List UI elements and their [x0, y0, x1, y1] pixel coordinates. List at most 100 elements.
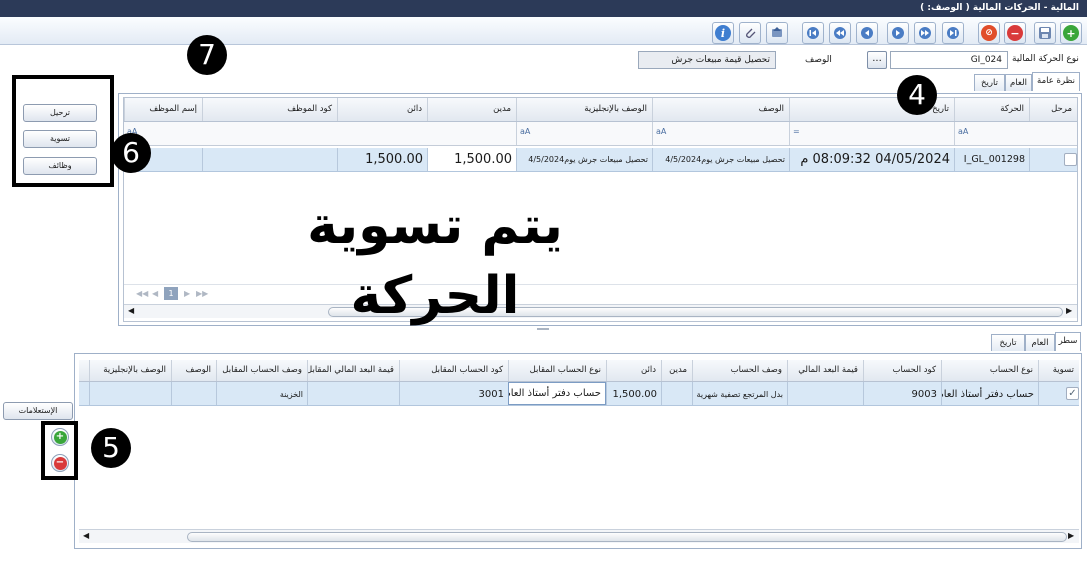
- row-description: تحصيل مبيعات جرش يوم4/5/2024: [652, 148, 789, 171]
- tab-bottom-general[interactable]: العام: [1025, 334, 1055, 351]
- col-description[interactable]: الوصف: [652, 98, 789, 121]
- col-settled[interactable]: تسوية: [1038, 360, 1079, 381]
- badge-6: 6: [111, 133, 151, 173]
- badge-4: 4: [897, 75, 937, 115]
- next-button[interactable]: [887, 22, 909, 44]
- row-date: 04/05/2024 08:09:32 م: [789, 148, 954, 171]
- splitter-handle[interactable]: [537, 328, 549, 330]
- filter-date[interactable]: =: [789, 122, 954, 145]
- top-horizontal-scrollbar[interactable]: ◀ ▶: [124, 304, 1077, 318]
- col-dimension[interactable]: قيمة البعد المالي: [787, 360, 863, 381]
- col-account-desc[interactable]: وصف الحساب: [692, 360, 787, 381]
- col-employee-name[interactable]: إسم الموظف: [124, 98, 202, 121]
- scroll-left-icon[interactable]: ◀: [128, 306, 134, 315]
- col-posted[interactable]: مرحل: [1029, 98, 1077, 121]
- remove-icon: −: [1007, 25, 1023, 41]
- row-posted[interactable]: [1029, 148, 1077, 171]
- add-remove-highlight: [41, 421, 78, 480]
- lines-scroll-thumb[interactable]: [187, 532, 1067, 542]
- col-employee-code[interactable]: كود الموظف: [202, 98, 337, 121]
- fast-next-button[interactable]: [914, 22, 936, 44]
- scroll-right-icon[interactable]: ▶: [1066, 306, 1072, 315]
- fast-next-icon: [919, 27, 931, 39]
- cancel-icon: ⊘: [981, 25, 997, 41]
- col-offset-code[interactable]: كود الحساب المقابل: [399, 360, 508, 381]
- window-title: المالية - الحركات المالية ( الوصف: ): [0, 0, 1087, 17]
- queries-button[interactable]: الإستعلامات: [3, 402, 73, 420]
- lookup-button[interactable]: ...: [867, 51, 887, 69]
- tab-line[interactable]: سطر: [1055, 332, 1081, 351]
- row-lines-desc-en: [89, 382, 171, 405]
- cancel-button[interactable]: ⊘: [978, 22, 1000, 44]
- badge-5: 5: [91, 428, 131, 468]
- info-icon: i: [715, 25, 731, 41]
- col-offset-desc[interactable]: وصف الحساب المقابل: [216, 360, 307, 381]
- pager-first-icon[interactable]: ◀◀: [136, 289, 148, 298]
- col-account-code[interactable]: كود الحساب: [863, 360, 941, 381]
- tab-general[interactable]: العام: [1005, 74, 1032, 91]
- last-record-button[interactable]: [942, 22, 964, 44]
- col-lines-desc[interactable]: الوصف: [171, 360, 216, 381]
- col-debit[interactable]: مدين: [427, 98, 516, 121]
- first-record-button[interactable]: [802, 22, 824, 44]
- col-movement[interactable]: الحركة: [954, 98, 1029, 121]
- row-dimension: [787, 382, 863, 405]
- filter-description[interactable]: aA: [652, 122, 789, 145]
- tab-bottom-date[interactable]: تاريخ: [991, 334, 1025, 351]
- fast-prev-icon: [834, 27, 846, 39]
- movement-type-field[interactable]: GI_024: [890, 51, 1008, 69]
- tab-date[interactable]: تاريخ: [974, 74, 1005, 91]
- lines-grid-header: تسوية نوع الحساب كود الحساب قيمة البعد ا…: [79, 360, 1079, 382]
- row-offset-type[interactable]: حساب دفتر أستاذ العام: [508, 382, 606, 405]
- last-icon: [947, 27, 959, 39]
- pager-next-icon[interactable]: ▶: [184, 289, 190, 298]
- tab-overview[interactable]: نظرة عامة: [1032, 72, 1080, 91]
- top-tabs: نظرة عامة العام تاريخ: [970, 72, 1080, 94]
- add-button[interactable]: +: [1060, 22, 1082, 44]
- attach-button[interactable]: [739, 22, 761, 44]
- row-lines-desc: [171, 382, 216, 405]
- col-lines-debit[interactable]: مدين: [661, 360, 692, 381]
- add-icon: +: [1063, 25, 1079, 41]
- export-button[interactable]: [766, 22, 788, 44]
- pager-current-page[interactable]: 1: [164, 287, 178, 300]
- save-button[interactable]: [1034, 22, 1056, 44]
- filter-description-en[interactable]: aA: [516, 122, 652, 145]
- remove-button[interactable]: −: [1004, 22, 1026, 44]
- save-icon: [1039, 27, 1051, 39]
- pager-prev-icon[interactable]: ◀: [152, 289, 158, 298]
- badge-7: 7: [187, 35, 227, 75]
- lines-scroll-left-icon[interactable]: ◀: [83, 531, 89, 540]
- prev-icon: [861, 27, 873, 39]
- info-button[interactable]: i: [712, 22, 734, 44]
- table-row[interactable]: ‎I_GL_001298 04/05/2024 08:09:32 م تحصيل…: [124, 148, 1077, 172]
- posted-checkbox[interactable]: [1064, 153, 1077, 166]
- lines-horizontal-scrollbar[interactable]: ◀ ▶: [79, 529, 1079, 543]
- filter-movement[interactable]: aA: [954, 122, 1029, 145]
- col-offset-type[interactable]: نوع الحساب المقابل: [508, 360, 606, 381]
- col-credit[interactable]: دائن: [337, 98, 427, 121]
- row-settled[interactable]: ✓: [1038, 382, 1079, 405]
- row-account-desc: بدل المرتجع تصفية شهرية: [692, 382, 787, 405]
- row-lines-credit: 1,500.00: [606, 382, 661, 405]
- col-lines-credit[interactable]: دائن: [606, 360, 661, 381]
- row-account-type: حساب دفتر أستاذ العام: [941, 382, 1038, 405]
- row-offset-dimension: [307, 382, 399, 405]
- description-field[interactable]: تحصيل قيمة مبيعات جرش: [638, 51, 776, 69]
- export-icon: [772, 27, 782, 37]
- pager-last-icon[interactable]: ▶▶: [196, 289, 208, 298]
- prev-button[interactable]: [856, 22, 878, 44]
- bottom-tabs: سطر العام تاريخ: [985, 332, 1081, 354]
- lines-scroll-right-icon[interactable]: ▶: [1068, 531, 1074, 540]
- row-employee-code: [202, 148, 337, 171]
- overlay-caption-line2: الحركة: [350, 266, 520, 326]
- filter-row: aA = aA aA aA: [124, 122, 1077, 146]
- lines-row[interactable]: ✓ حساب دفتر أستاذ العام 9003 بدل المرتجع…: [79, 382, 1079, 406]
- col-offset-dimension[interactable]: قيمة البعد المالي المقابل: [307, 360, 399, 381]
- col-description-en[interactable]: الوصف بالإنجليزية: [516, 98, 652, 121]
- row-movement: ‎I_GL_001298: [954, 148, 1029, 171]
- col-lines-desc-en[interactable]: الوصف بالإنجليزية: [89, 360, 171, 381]
- col-account-type[interactable]: نوع الحساب: [941, 360, 1038, 381]
- fast-prev-button[interactable]: [829, 22, 851, 44]
- settled-checkbox[interactable]: ✓: [1066, 387, 1079, 400]
